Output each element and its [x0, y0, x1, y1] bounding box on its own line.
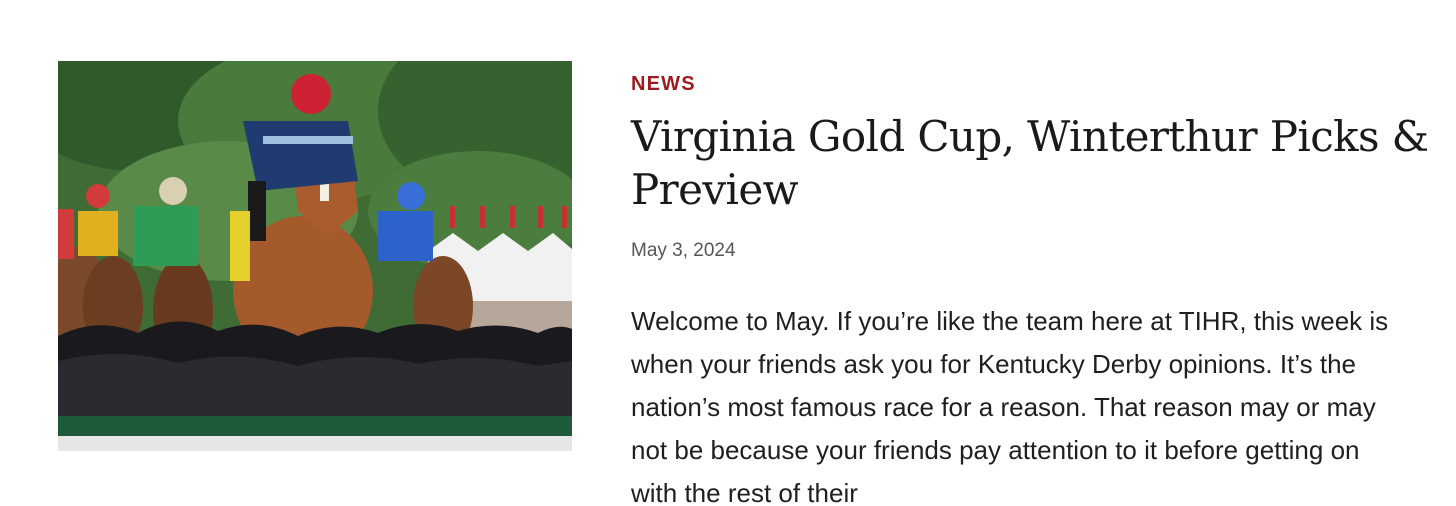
article-excerpt: Welcome to May. If you’re like the team … [631, 306, 1389, 506]
article-date: May 3, 2024 [631, 240, 736, 261]
article-text-column: NEWS Virginia Gold Cup, Winterthur Picks… [631, 70, 1431, 506]
article-card[interactable]: NEWS Virginia Gold Cup, Winterthur Picks… [0, 0, 1456, 506]
article-title[interactable]: Virginia Gold Cup, Winterthur Picks & Pr… [631, 110, 1431, 216]
article-thumbnail[interactable] [58, 61, 572, 451]
article-category[interactable]: NEWS [631, 70, 1431, 98]
